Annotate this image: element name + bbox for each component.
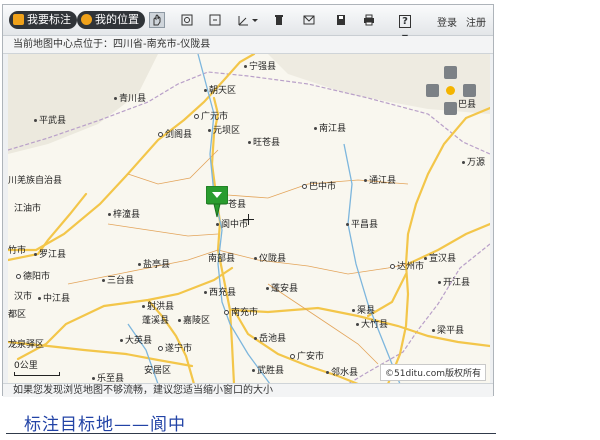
place-label: 开江县	[438, 278, 470, 288]
place-label: 罗江县	[34, 250, 66, 260]
place-label: 广元市	[194, 112, 228, 122]
place-label: 梁平县	[432, 326, 464, 336]
pan-up-button[interactable]	[444, 66, 457, 79]
zoom-out-box-tool[interactable]	[207, 12, 223, 28]
place-label: 渠县	[352, 306, 375, 316]
hand-icon	[153, 14, 161, 26]
page-caption: 标注目标地——阆中	[24, 415, 186, 435]
place-label: 梓潼县	[108, 210, 140, 220]
trash-icon	[275, 15, 283, 25]
place-label: 川羌族自治县	[8, 176, 63, 186]
mark-location-button[interactable]: 我要标注	[9, 11, 77, 29]
place-label: 中江县	[38, 294, 70, 304]
place-label: 大英县	[120, 336, 152, 346]
map-copyright: ©51ditu.com版权所有	[380, 364, 486, 381]
place-label: 达州市	[390, 262, 424, 272]
place-label: 蓬安县	[266, 284, 298, 294]
place-label: 西充县	[204, 288, 236, 298]
help-icon: ?	[399, 15, 411, 28]
center-crosshair-icon	[243, 214, 254, 225]
place-label: 巴县	[458, 100, 477, 110]
place-label: 南部县	[208, 254, 236, 264]
pan-down-button[interactable]	[444, 102, 457, 115]
place-label: 青川县	[114, 94, 146, 104]
pan-hand-tool[interactable]	[149, 12, 165, 28]
place-label: 都区	[8, 310, 27, 320]
place-label: 南充市	[224, 308, 258, 318]
performance-notice: 如果您发现浏览地图不够流畅，建议您适当缩小窗口的大小	[3, 383, 493, 397]
place-label: 嘉陵区	[178, 316, 210, 326]
place-label: 万源	[462, 158, 485, 168]
location-pin-icon	[81, 14, 92, 25]
envelope-icon	[303, 15, 315, 25]
target-marker-pin[interactable]	[206, 186, 228, 218]
map-center-text: 当前地图中心点位于：四川省-南充市-仪陇县	[13, 39, 211, 50]
place-label: 德阳市	[16, 272, 50, 282]
register-link[interactable]: 注册	[466, 14, 486, 29]
place-label: 遂宁市	[158, 344, 192, 354]
help-menu[interactable]: ? ▼	[393, 12, 417, 42]
place-label: 平昌县	[346, 220, 378, 230]
place-label: 宣汉县	[424, 254, 456, 264]
pencil-icon	[13, 14, 24, 25]
scale-label: 0公里	[14, 361, 38, 371]
place-label: 大竹县	[356, 320, 388, 330]
place-label: 汉市	[14, 292, 33, 302]
place-label: 竹市	[8, 246, 27, 256]
place-label: 南江县	[314, 124, 346, 134]
place-label: 江油市	[14, 204, 42, 214]
mark-location-label: 我要标注	[27, 13, 71, 26]
my-location-button[interactable]: 我的位置	[77, 11, 145, 29]
save-icon	[337, 15, 345, 25]
pan-right-button[interactable]	[463, 84, 476, 97]
measure-tool[interactable]	[235, 12, 261, 28]
place-label: 旺苍县	[248, 138, 280, 148]
place-label: 安居区	[144, 366, 172, 376]
place-label: 龙泉驿区	[8, 340, 45, 350]
my-location-label: 我的位置	[95, 13, 139, 26]
email-tool[interactable]	[301, 12, 317, 28]
place-label: 广安市	[290, 352, 324, 362]
place-label: 射洪县	[142, 302, 174, 312]
place-label: 巴中市	[302, 182, 336, 192]
scale-bar-line	[14, 372, 60, 376]
place-label: 通江县	[364, 176, 396, 186]
print-tool[interactable]	[361, 12, 377, 28]
place-label: 武胜县	[252, 366, 284, 376]
zoom-in-box-tool[interactable]	[179, 12, 195, 28]
place-label: 剑阁县	[158, 130, 192, 140]
place-label: 元坝区	[208, 126, 240, 136]
performance-notice-text: 如果您发现浏览地图不够流畅，建议您适当缩小窗口的大小	[13, 385, 273, 396]
map-canvas[interactable]: 宁强县 青川县 朝天区 广元市 平武县 剑阁县 元坝区 旺苍县 南江县 巴中市 …	[8, 54, 490, 384]
printer-icon	[364, 14, 374, 26]
map-center-address: 当前地图中心点位于：四川省-南充市-仪陇县	[3, 36, 493, 54]
map-toolbar: 我要标注 我的位置 ? ▼	[3, 5, 493, 42]
ruler-angle-icon	[238, 16, 258, 26]
place-label: 邻水县	[326, 368, 358, 378]
login-link[interactable]: 登录	[437, 14, 457, 29]
place-label: 三台县	[102, 276, 134, 286]
place-label: 蓬溪县	[142, 316, 170, 326]
map-widget: 我要标注 我的位置 ? ▼	[2, 4, 494, 397]
delete-tool[interactable]	[271, 12, 287, 28]
zoom-in-icon	[181, 14, 193, 26]
place-label: 平武县	[34, 116, 66, 126]
caption-underline	[6, 433, 496, 434]
place-label: 朝天区	[204, 86, 236, 96]
place-label: 盐亭县	[138, 260, 170, 270]
zoom-out-icon	[209, 14, 221, 26]
place-label: 仪陇县	[254, 254, 286, 264]
pan-center-button[interactable]	[446, 86, 455, 95]
map-scale-bar: 0公里	[14, 358, 60, 376]
place-label: 岳池县	[254, 334, 286, 344]
pan-left-button[interactable]	[426, 84, 439, 97]
place-label: 苍县	[228, 200, 247, 210]
place-label: 宁强县	[244, 62, 276, 72]
save-tool[interactable]	[333, 12, 349, 28]
